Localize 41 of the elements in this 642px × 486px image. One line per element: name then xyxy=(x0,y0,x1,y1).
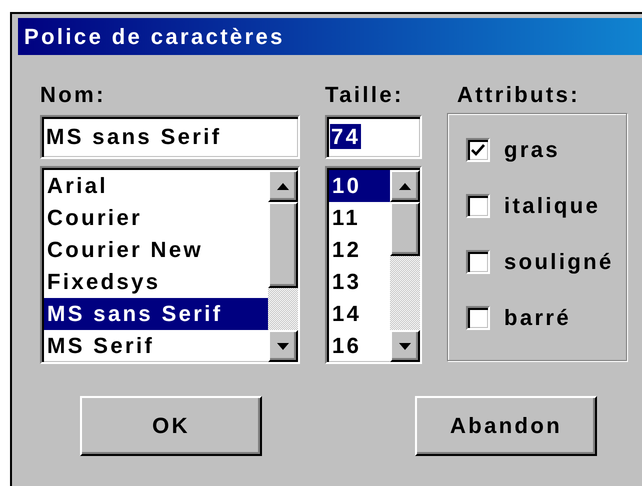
up-arrow-icon xyxy=(277,182,289,190)
text-field[interactable]: 74 xyxy=(325,115,422,159)
window-title: Police de caractères xyxy=(18,18,642,55)
list-item[interactable]: 12 xyxy=(329,234,390,266)
scroll-up-button[interactable] xyxy=(390,170,420,202)
list-item[interactable]: Courier New xyxy=(44,234,268,266)
list-item[interactable]: MS Serif xyxy=(44,330,268,362)
list-item[interactable]: 11 xyxy=(329,202,390,234)
field-value: 74 xyxy=(330,124,362,149)
up-arrow-icon xyxy=(399,182,411,190)
field-label: Nom: xyxy=(40,83,107,107)
scroll-thumb[interactable] xyxy=(390,202,420,256)
group-label: Attributs: xyxy=(456,83,581,107)
list-item[interactable]: 13 xyxy=(329,266,390,298)
down-arrow-icon xyxy=(399,342,411,350)
dialog-button[interactable]: OK xyxy=(80,396,262,456)
list-item[interactable]: Courier xyxy=(44,202,268,234)
checkbox-label[interactable]: italique xyxy=(504,193,600,219)
check-icon xyxy=(471,144,485,156)
checkbox[interactable] xyxy=(466,250,490,274)
list-item[interactable]: Fixedsys xyxy=(44,266,268,298)
checkbox-label[interactable]: barré xyxy=(504,305,572,331)
checkbox[interactable] xyxy=(466,194,490,218)
list-item[interactable]: 10 xyxy=(329,170,390,202)
checkbox-label[interactable]: souligné xyxy=(504,249,614,275)
scroll-down-button[interactable] xyxy=(390,330,420,362)
scroll-down-button[interactable] xyxy=(268,330,298,362)
field-label: Taille: xyxy=(325,83,405,107)
checkbox-label[interactable]: gras xyxy=(504,137,560,163)
list-item[interactable]: MS sans Serif xyxy=(44,298,268,330)
scroll-up-button[interactable] xyxy=(268,170,298,202)
checkbox[interactable] xyxy=(466,306,490,330)
scroll-thumb[interactable] xyxy=(268,202,298,288)
list-item[interactable]: 16 xyxy=(329,330,390,362)
text-field[interactable]: MS sans Serif xyxy=(40,115,300,159)
down-arrow-icon xyxy=(277,342,289,350)
list-item[interactable]: Arial xyxy=(44,170,268,202)
field-value: MS sans Serif xyxy=(45,124,222,149)
checkbox[interactable] xyxy=(466,138,490,162)
dialog-button[interactable]: Abandon xyxy=(415,396,597,456)
list-item[interactable]: 14 xyxy=(329,298,390,330)
